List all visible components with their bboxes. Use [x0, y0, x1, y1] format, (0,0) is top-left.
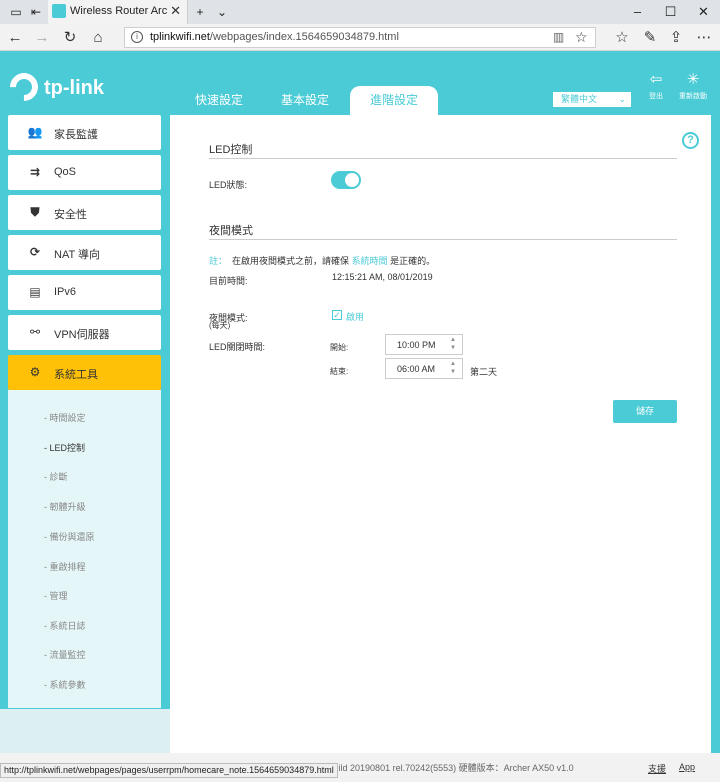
- reboot-icon: ✳: [686, 71, 700, 88]
- spin-up-icon[interactable]: ▲: [449, 337, 457, 344]
- end-label: 結束:: [330, 367, 349, 376]
- nat-icon: ⟳: [29, 245, 41, 259]
- sidebar-item-security[interactable]: ⛊ 安全性: [8, 195, 161, 230]
- submenu-item-led-control[interactable]: - LED控制: [44, 441, 85, 454]
- submenu-item-traffic-monitor[interactable]: - 流量監控: [44, 648, 86, 661]
- enable-label: 啟用: [346, 312, 365, 322]
- chevron-down-icon[interactable]: ⌄: [214, 4, 230, 20]
- favorites-icon[interactable]: ☆: [612, 28, 632, 48]
- logout-button[interactable]: ⇦ 登出: [636, 71, 676, 101]
- current-time-label: 目前時間:: [209, 276, 248, 286]
- submenu-item-administration[interactable]: - 管理: [44, 589, 68, 602]
- parental-icon: 👥: [27, 125, 43, 139]
- night-mode-section-title: 夜間模式: [209, 225, 253, 237]
- spin-up-icon[interactable]: ▲: [449, 361, 457, 368]
- router-header: tp-link 快速設定 基本設定 進階設定 繁體中文 ⌄ ⇦ 登出 ✳ 重新啟…: [0, 51, 720, 115]
- night-mode-daily-label: (每天): [209, 321, 231, 330]
- start-time-input[interactable]: 10:00 PM ▲ ▼: [385, 334, 463, 355]
- sidebar: 👥 家長監護 ⇉ QoS ⛊ 安全性 ⟳ NAT 導向 ▤ IPv6 ⚯ VPN…: [0, 115, 170, 753]
- minimize-button[interactable]: –: [621, 0, 654, 24]
- home-icon[interactable]: ⌂: [88, 28, 108, 48]
- ipv6-icon: ▤: [29, 285, 41, 299]
- sidebar-item-nat[interactable]: ⟳ NAT 導向: [8, 235, 161, 270]
- star-icon[interactable]: ☆: [575, 29, 588, 46]
- tab-advanced[interactable]: 進階設定: [350, 86, 438, 115]
- url-text: tplinkwifi.net/webpages/index.1564659034…: [150, 31, 399, 43]
- tplink-logo-icon: [4, 67, 44, 107]
- divider: [209, 239, 677, 240]
- led-status-toggle[interactable]: [331, 171, 361, 189]
- reboot-button[interactable]: ✳ 重新啟動: [673, 71, 713, 101]
- help-icon[interactable]: ?: [682, 132, 699, 149]
- back-arrow-icon[interactable]: ←: [5, 28, 25, 48]
- reading-view-icon[interactable]: ▥: [553, 30, 564, 44]
- sidebar-item-ipv6[interactable]: ▤ IPv6: [8, 275, 161, 310]
- maximize-button[interactable]: ☐: [654, 0, 687, 24]
- tab-quick-setup[interactable]: 快速設定: [184, 86, 254, 115]
- sidebar-footer: [0, 709, 170, 753]
- chevron-down-icon: ⌄: [618, 94, 626, 104]
- new-tab-icon[interactable]: +: [192, 4, 208, 20]
- led-off-time-label: LED關閉時間:: [209, 342, 266, 352]
- submenu-item-reboot-schedule[interactable]: - 重啟排程: [44, 560, 86, 573]
- language-select[interactable]: 繁體中文 ⌄: [552, 91, 632, 108]
- more-icon[interactable]: ⋯: [694, 28, 714, 48]
- next-day-label: 第二天: [470, 367, 498, 377]
- tabs-aside-icon[interactable]: ⇤: [28, 4, 44, 20]
- info-icon[interactable]: i: [131, 31, 143, 43]
- led-status-label: LED狀態:: [209, 180, 248, 190]
- refresh-icon[interactable]: ↻: [60, 28, 80, 48]
- current-time-value: 12:15:21 AM, 08/01/2019: [332, 272, 433, 282]
- submenu-item-system-log[interactable]: - 系統日誌: [44, 619, 86, 632]
- qos-icon: ⇉: [29, 165, 41, 179]
- system-time-link[interactable]: 系統時間: [352, 256, 388, 266]
- submenu-item-firmware[interactable]: - 韌體升級: [44, 500, 86, 513]
- sidebar-item-parental-controls[interactable]: 👥 家長監護: [8, 115, 161, 150]
- window-close-button[interactable]: ✕: [687, 0, 720, 24]
- logout-icon: ⇦: [649, 71, 663, 88]
- spin-down-icon[interactable]: ▼: [449, 369, 457, 376]
- app-link[interactable]: App: [679, 762, 695, 772]
- tab-title: Wireless Router Archer A: [70, 5, 168, 17]
- main-content: ? LED控制 LED狀態: 夜間模式 註： 在啟用夜間模式之前，請確保 系統時…: [170, 115, 711, 753]
- share-icon[interactable]: ⇪: [666, 28, 686, 48]
- browser-titlebar: ▭ ⇤ Wireless Router Archer A ✕ + ⌄ – ☐ ✕: [0, 0, 720, 24]
- sidebar-item-qos[interactable]: ⇉ QoS: [8, 155, 161, 190]
- shield-icon: ⛊: [30, 205, 40, 219]
- tab-actions-icon[interactable]: ▭: [8, 4, 24, 20]
- close-icon[interactable]: ✕: [170, 3, 181, 19]
- divider: [209, 158, 677, 159]
- submenu-item-time-settings[interactable]: - 時間設定: [44, 411, 86, 424]
- forward-arrow-icon[interactable]: →: [32, 28, 52, 48]
- submenu-item-backup[interactable]: - 備份與還原: [44, 530, 95, 543]
- night-mode-enable-checkbox[interactable]: ✓: [332, 310, 342, 320]
- support-link[interactable]: 支援: [648, 762, 666, 775]
- sidebar-item-system-tools[interactable]: ⚙ 系統工具: [8, 355, 161, 390]
- save-button[interactable]: 儲存: [613, 400, 677, 423]
- spin-down-icon[interactable]: ▼: [449, 345, 457, 352]
- status-bar-url: http://tplinkwifi.net/webpages/pages/use…: [0, 763, 338, 778]
- browser-navbar: ← → ↻ ⌂ i tplinkwifi.net/webpages/index.…: [0, 24, 720, 51]
- system-tools-submenu: - 時間設定 - LED控制 - 診斷 - 韌體升級 - 備份與還原 - 重啟排…: [8, 390, 161, 708]
- submenu-item-system-parameters[interactable]: - 系統參數: [44, 678, 86, 691]
- start-label: 開始:: [330, 343, 349, 352]
- content-border: [711, 115, 720, 753]
- tplink-favicon-icon: [52, 4, 66, 18]
- led-section-title: LED控制: [209, 144, 253, 156]
- end-time-input[interactable]: 06:00 AM ▲ ▼: [385, 358, 463, 379]
- submenu-item-diagnostics[interactable]: - 診斷: [44, 470, 68, 483]
- tab-basic[interactable]: 基本設定: [270, 86, 340, 115]
- pen-icon[interactable]: ✎: [640, 28, 660, 48]
- address-bar[interactable]: i tplinkwifi.net/webpages/index.15646590…: [124, 27, 596, 48]
- gear-icon: ⚙: [29, 365, 41, 379]
- toggle-knob: [345, 173, 359, 187]
- night-mode-note: 註： 在啟用夜間模式之前，請確保 系統時間 是正確的。: [209, 256, 436, 266]
- browser-tab[interactable]: Wireless Router Archer A ✕: [48, 0, 188, 24]
- vpn-icon: ⚯: [29, 325, 41, 339]
- sidebar-item-vpn[interactable]: ⚯ VPN伺服器: [8, 315, 161, 350]
